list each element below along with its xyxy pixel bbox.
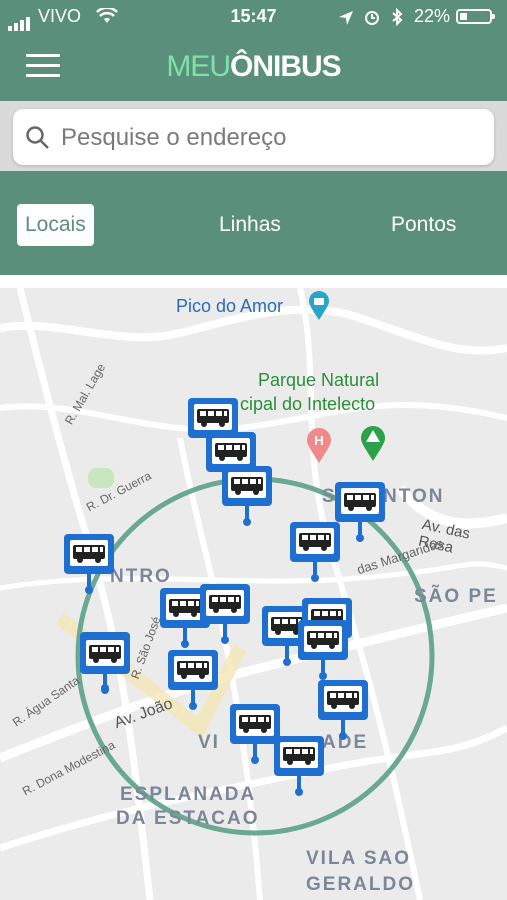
bus-icon <box>73 545 105 563</box>
area-label: SÃO PE <box>414 586 498 607</box>
status-icons <box>338 7 404 31</box>
bus-stop-marker[interactable] <box>318 680 368 740</box>
search-input[interactable] <box>59 118 483 158</box>
bus-icon <box>344 493 376 511</box>
area-label: GERALDO <box>306 874 415 895</box>
area-label: VI <box>198 732 220 753</box>
poi-camera-icon <box>309 291 329 320</box>
bus-icon <box>169 599 201 617</box>
bus-stop-marker[interactable] <box>80 634 130 694</box>
bus-icon <box>231 477 263 495</box>
map-view[interactable]: Pico do Amor Parque Natural cipal do Int… <box>0 288 507 900</box>
bluetooth-icon <box>392 7 403 27</box>
search-icon <box>26 126 49 149</box>
bus-stop-marker[interactable] <box>290 522 340 582</box>
bus-icon <box>283 747 315 765</box>
tab-locais[interactable]: Locais <box>17 204 94 246</box>
bus-stop-marker[interactable] <box>200 584 250 644</box>
alarm-icon <box>365 11 380 25</box>
app-logo: MEUÔNIBUS <box>166 50 341 83</box>
tab-pontos[interactable]: Pontos <box>391 204 456 246</box>
bus-stop-marker[interactable] <box>64 534 114 594</box>
park-tree-icon <box>361 426 385 461</box>
bus-stop-marker[interactable] <box>230 704 280 764</box>
bus-stop-marker[interactable] <box>298 620 348 680</box>
poi-label: Pico do Amor <box>176 296 284 316</box>
bus-stop-marker[interactable] <box>274 736 324 796</box>
battery-percent: 22% <box>414 6 451 26</box>
location-arrow-icon <box>339 11 353 25</box>
park-label: Parque Natural <box>258 370 380 390</box>
area-label: NTRO <box>110 566 172 587</box>
bus-stop-marker[interactable] <box>335 482 385 542</box>
app-header: VIVO 15:47 22% MEUÔNIBUS Locais Linhas P… <box>0 0 507 275</box>
bus-icon <box>215 443 247 461</box>
bus-icon <box>197 409 229 427</box>
tab-bar: Locais Linhas Pontos <box>0 200 507 250</box>
area-label: VILA SAO <box>306 848 412 869</box>
search-box[interactable] <box>13 109 494 165</box>
park-label-2: cipal do Intelecto <box>240 394 376 414</box>
bus-icon <box>209 595 241 613</box>
bus-stop-marker[interactable] <box>168 650 218 710</box>
svg-text:H: H <box>314 433 323 448</box>
bus-icon <box>177 661 209 679</box>
hospital-icon: H <box>307 428 331 463</box>
area-label: ESPLANADA <box>120 784 257 805</box>
status-bar: VIVO 15:47 22% <box>0 0 507 34</box>
bus-icon <box>89 645 121 663</box>
bus-stop-marker[interactable] <box>222 466 272 526</box>
bus-icon <box>327 691 359 709</box>
bus-icon <box>239 715 271 733</box>
area-label: DA ESTACAO <box>116 808 260 829</box>
tab-linhas[interactable]: Linhas <box>219 204 281 246</box>
header-divider <box>0 275 507 288</box>
bus-icon <box>307 631 339 649</box>
battery-icon <box>456 9 495 24</box>
bus-icon <box>299 533 331 551</box>
